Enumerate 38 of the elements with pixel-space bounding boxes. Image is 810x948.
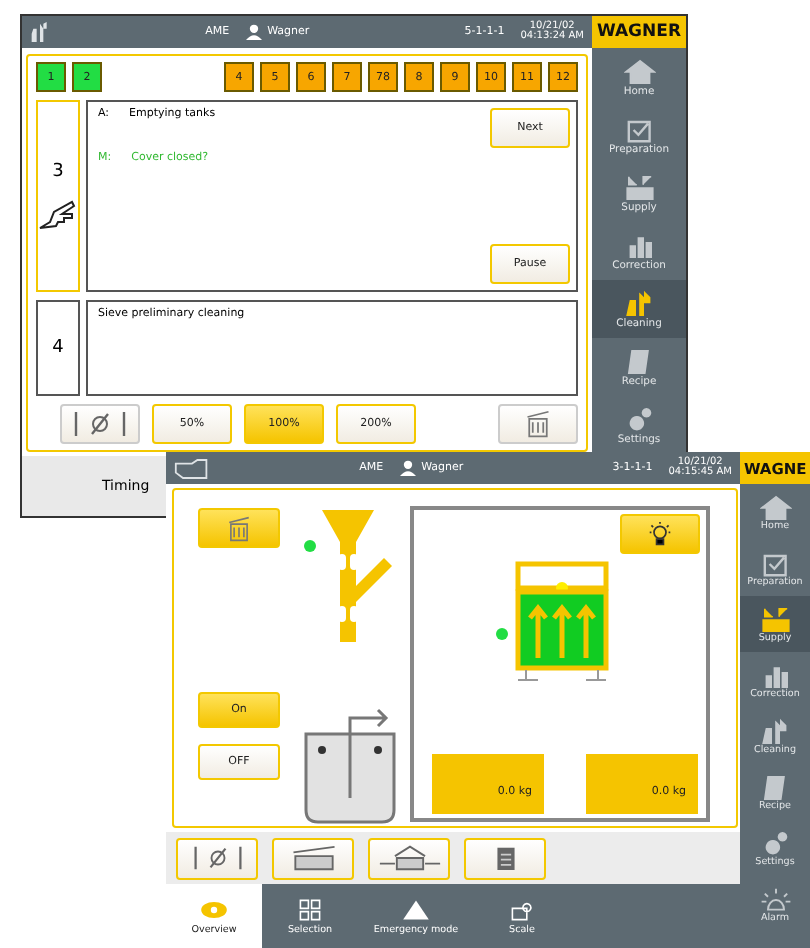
- alarm-icon: [759, 885, 791, 913]
- transfer-icon: [377, 844, 441, 872]
- preparation-icon: [759, 549, 791, 577]
- home-icon: [623, 57, 655, 85]
- waste-bin-button[interactable]: [198, 508, 280, 548]
- light-button[interactable]: [620, 514, 700, 554]
- supply-icon: [623, 173, 655, 201]
- grid-icon: [294, 897, 326, 921]
- slashed-circle-icon: [70, 410, 130, 438]
- warning-icon: [400, 897, 432, 921]
- home-icon: [759, 493, 791, 521]
- user-icon: [399, 460, 416, 476]
- cleaning-icon: [623, 289, 655, 317]
- bin-icon: [226, 515, 252, 541]
- preparation-icon: [623, 115, 655, 143]
- document-icon: [493, 844, 517, 872]
- brush-icon: [30, 20, 50, 44]
- recipe-icon: [759, 773, 791, 801]
- pointing-hand-icon: [38, 198, 78, 230]
- step-number: 3: [52, 162, 64, 182]
- funnel-valve-drawing: [298, 506, 398, 646]
- slashed-circle-icon: [189, 844, 245, 872]
- waste-bin-button[interactable]: [498, 404, 578, 444]
- logo: WAGNER: [592, 16, 686, 48]
- scale-icon: [506, 897, 538, 921]
- bin-icon: [524, 410, 552, 438]
- tool-button[interactable]: [368, 837, 450, 879]
- tool-button[interactable]: [272, 837, 354, 879]
- supply-icon: [759, 605, 791, 633]
- light-bulb-icon: [646, 522, 674, 546]
- tool-button[interactable]: [176, 837, 258, 879]
- bypass-button[interactable]: [60, 404, 140, 444]
- user-icon: [245, 24, 262, 40]
- eye-icon: [198, 897, 230, 921]
- recipe-icon: [623, 347, 655, 375]
- step-number: 4: [52, 338, 64, 358]
- tool-button[interactable]: [464, 837, 546, 879]
- cleaning-icon: [759, 717, 791, 745]
